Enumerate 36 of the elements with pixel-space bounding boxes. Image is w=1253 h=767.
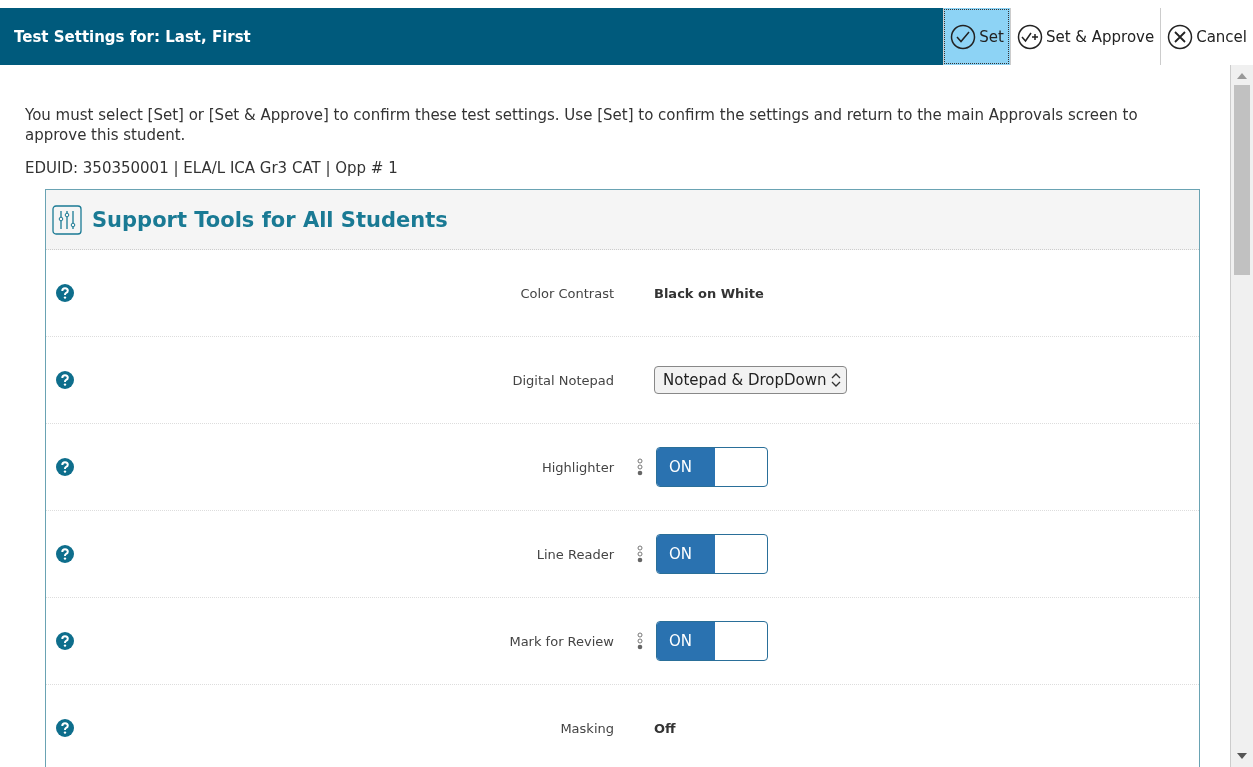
set-button[interactable]: Set	[943, 8, 1010, 65]
setting-label: Highlighter	[540, 459, 615, 475]
dialog-title: Test Settings for: Last, First	[14, 27, 251, 46]
check-plus-circle-icon	[1016, 23, 1043, 50]
help-icon[interactable]	[56, 458, 74, 476]
help-icon[interactable]	[56, 719, 74, 737]
setting-value: Off	[654, 720, 676, 736]
close-circle-icon	[1167, 23, 1194, 50]
setting-label: Mark for Review	[508, 633, 615, 649]
help-icon[interactable]	[56, 284, 74, 302]
student-info: EDUID: 350350001 | ELA/L ICA Gr3 CAT | Opp # 1	[25, 159, 399, 177]
setting-label: Line Reader	[535, 546, 615, 562]
toggle-switch[interactable]: ON	[656, 621, 768, 661]
instructions-text: You must select [Set] or [Set & Approve] to confirm these test settings. Use [Set] to confirm the settings and return to the main Approvals screen to approve this student.	[25, 105, 1139, 145]
more-options-icon[interactable]	[636, 545, 644, 563]
cancel-button[interactable]: Cancel	[1160, 8, 1253, 65]
more-options-icon[interactable]	[636, 632, 644, 650]
scrollbar-thumb[interactable]	[1234, 85, 1250, 275]
section-title: Support Tools for All Students	[92, 207, 448, 232]
scrollbar[interactable]	[1230, 65, 1253, 767]
help-icon[interactable]	[56, 632, 74, 650]
help-icon[interactable]	[56, 545, 74, 563]
set-approve-button[interactable]: Set & Approve	[1009, 8, 1161, 65]
setting-value: Black on White	[654, 285, 764, 301]
toggle-switch[interactable]: ON	[656, 534, 768, 574]
setting-label: Digital Notepad	[511, 372, 615, 388]
check-circle-icon	[950, 23, 977, 50]
scroll-down-icon[interactable]	[1237, 753, 1247, 759]
notepad-dropdown[interactable]: Notepad & DropDown	[654, 366, 847, 394]
chevron-up-down-icon	[829, 372, 842, 388]
help-icon[interactable]	[56, 371, 74, 389]
setting-label: Masking	[559, 720, 615, 736]
sliders-icon	[52, 204, 82, 235]
setting-label: Color Contrast	[519, 285, 615, 301]
more-options-icon[interactable]	[636, 458, 644, 476]
toggle-switch[interactable]: ON	[656, 447, 768, 487]
